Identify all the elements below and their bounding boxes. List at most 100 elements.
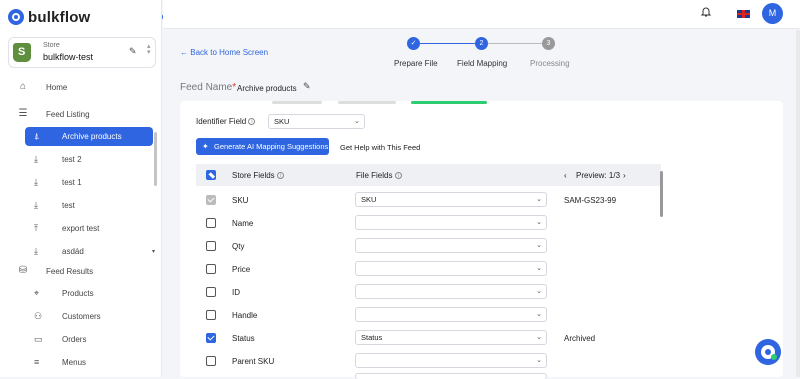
file-field-select[interactable]: SKU ⌄ [355, 192, 547, 207]
row-field-label: SKU [232, 196, 249, 205]
online-status-dot [771, 354, 777, 360]
feed-label: asdád [62, 247, 84, 256]
feed-label: test 1 [62, 178, 82, 187]
step-connector-2 [488, 43, 542, 44]
row-checkbox[interactable] [206, 333, 216, 343]
sidebar-item-orders[interactable]: ▭ Orders [25, 330, 153, 349]
database-icon: ⛁ [18, 265, 28, 276]
row-field-label: Handle [232, 311, 258, 320]
store-label: Store [43, 42, 60, 49]
select-all-checkbox[interactable] [206, 170, 216, 180]
info-icon: i [394, 172, 402, 180]
identifier-field-label: Identifier Field i [196, 117, 256, 126]
sidebar-item-test[interactable]: ⤓ test [25, 196, 153, 215]
nav-feed-listing[interactable]: ☰ Feed Listing [0, 104, 158, 124]
row-checkbox[interactable] [206, 264, 216, 274]
chevron-down-icon: ⌄ [536, 219, 542, 226]
sidebar: bulkflow Store bulkflow-test ✎ ▴▾ ⌂ Home… [0, 0, 162, 377]
step-1-check-icon[interactable]: ✓ [407, 37, 420, 50]
step-3-indicator: 3 [542, 37, 555, 50]
row-field-label: Status [232, 334, 255, 343]
chevron-down-icon: ⌄ [536, 242, 542, 249]
tab-strip-2[interactable] [338, 101, 396, 104]
bell-icon[interactable] [700, 6, 712, 18]
shopify-icon [13, 43, 31, 62]
menu-icon: ≡ [34, 357, 40, 367]
download-icon: ⤓ [34, 246, 38, 256]
row-preview-value: Archived [564, 334, 596, 343]
generate-ai-button[interactable]: ✦ Generate AI Mapping Suggestions [196, 138, 329, 155]
row-field-label: ID [232, 288, 240, 297]
row-checkbox[interactable] [206, 241, 216, 251]
table-scrollbar[interactable] [660, 171, 663, 217]
chat-support-button[interactable] [755, 339, 781, 365]
file-field-select[interactable]: ⌄ [355, 307, 547, 322]
preview-prev-icon[interactable]: ‹ [564, 171, 567, 180]
nav-feed-listing-label: Feed Listing [46, 109, 90, 119]
file-field-select[interactable]: ⌄ [355, 353, 547, 368]
row-preview-value: SAM-GS23-99 [564, 196, 617, 205]
sidebar-item-test-2[interactable]: ⤓ test 2 [25, 150, 153, 169]
avatar[interactable]: M [762, 3, 783, 24]
step-3-label: Processing [530, 59, 570, 68]
sidebar-item-products[interactable]: ⌖ Products [25, 284, 153, 303]
user-plus-icon: ⚇ [34, 311, 43, 321]
nav-home-label: Home [46, 82, 68, 92]
feed-label: test [62, 201, 75, 210]
step-connector-1 [420, 43, 475, 44]
file-field-select[interactable]: ⌄ [355, 238, 547, 253]
sidebar-item-export-test[interactable]: ⤒ export test [25, 219, 153, 238]
file-field-select-partial[interactable] [355, 373, 547, 379]
file-field-select[interactable]: Status ⌄ [355, 330, 547, 345]
page-scrollbar[interactable] [796, 30, 800, 377]
row-checkbox[interactable] [206, 310, 216, 320]
row-checkbox [206, 195, 216, 205]
step-1-label: Prepare File [394, 59, 438, 68]
download-icon: ⤓ [34, 200, 38, 210]
edit-feed-name-icon[interactable]: ✎ [303, 81, 311, 92]
sidebar-item-asdad[interactable]: ⤓ asdád [25, 242, 153, 261]
download-icon: ⤓ [34, 177, 38, 187]
tab-strip-1[interactable] [272, 101, 322, 104]
row-field-label: Qty [232, 242, 245, 251]
uk-flag-icon[interactable] [737, 10, 750, 18]
scroll-down-arrow-icon[interactable]: ▾ [152, 248, 155, 255]
back-label: Back to Home Screen [190, 48, 269, 57]
col-store-fields: Store Fields i [232, 171, 284, 180]
info-icon: i [248, 118, 256, 126]
preview-next-icon[interactable]: › [623, 171, 626, 180]
store-name: bulkflow-test [43, 52, 94, 62]
brand-logo[interactable]: bulkflow [8, 8, 90, 26]
row-checkbox[interactable] [206, 218, 216, 228]
nav-home[interactable]: ⌂ Home [0, 77, 158, 97]
file-field-select[interactable]: ⌄ [355, 261, 547, 276]
tab-strip-active[interactable] [411, 101, 487, 104]
sidebar-item-test-1[interactable]: ⤓ test 1 [25, 173, 153, 192]
back-to-home-link[interactable]: ← Back to Home Screen [180, 48, 268, 57]
sidebar-item-customers[interactable]: ⚇ Customers [25, 307, 153, 326]
home-icon: ⌂ [19, 81, 27, 92]
file-field-select[interactable]: ⌄ [355, 284, 547, 299]
feed-name-label: Feed Name* [180, 82, 237, 93]
info-icon: i [276, 172, 284, 180]
row-checkbox[interactable] [206, 356, 216, 366]
upload-icon: ⤒ [34, 223, 38, 233]
sidebar-item-archive-products[interactable]: ⍋ Archive products [25, 127, 153, 146]
step-2-indicator[interactable]: 2 [475, 37, 488, 50]
chevron-down-icon: ⌄ [354, 118, 360, 125]
sidebar-scrollbar[interactable] [154, 132, 157, 186]
file-field-select[interactable]: ⌄ [355, 215, 547, 230]
result-label: Products [62, 289, 94, 298]
help-link[interactable]: Get Help with This Feed [340, 143, 420, 152]
chevron-updown-icon[interactable]: ▴ ▾ [147, 43, 151, 56]
store-switcher[interactable]: Store bulkflow-test ✎ ▴▾ [8, 37, 156, 68]
brand-name: bulkflow [28, 8, 91, 26]
result-label: Orders [62, 335, 87, 344]
edit-store-icon[interactable]: ✎ [129, 46, 137, 57]
sidebar-item-menus[interactable]: ≡ Menus [25, 353, 153, 372]
identifier-select[interactable]: SKU ⌄ [268, 114, 365, 129]
row-checkbox[interactable] [206, 287, 216, 297]
nav-feed-results[interactable]: ⛁ Feed Results [0, 261, 158, 281]
identifier-value: SKU [274, 117, 290, 126]
nav-feed-results-label: Feed Results [46, 266, 94, 276]
